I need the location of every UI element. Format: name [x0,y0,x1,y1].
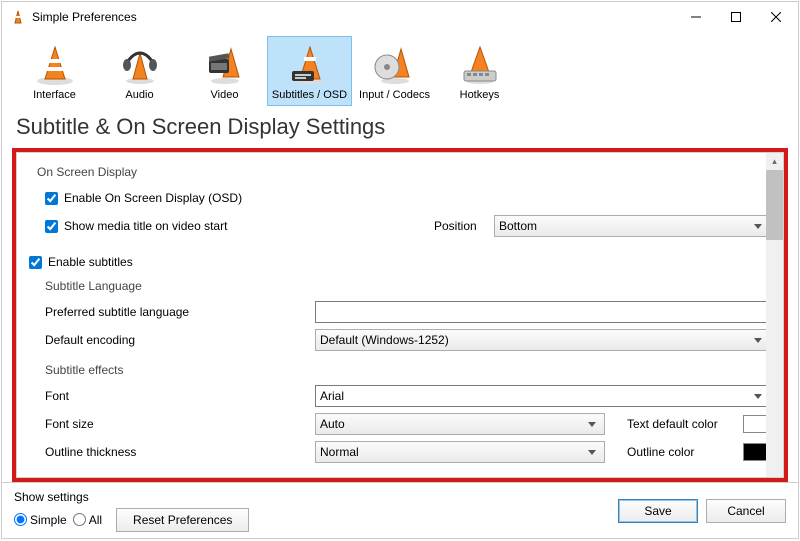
maximize-button[interactable] [716,3,756,31]
app-icon [10,9,26,25]
subtitle-language-group: Subtitle Language [29,279,771,293]
simple-radio[interactable] [14,513,27,526]
scroll-up-arrow[interactable]: ▴ [766,153,783,170]
cone-icon [31,43,79,85]
all-radio-label[interactable]: All [73,513,102,527]
show-media-title-checkbox[interactable] [45,220,58,233]
enable-subtitles-checkbox[interactable] [29,256,42,269]
text-color-label: Text default color [627,417,737,431]
outline-thickness-select[interactable]: Normal [315,441,605,463]
tab-label: Interface [33,89,76,101]
settings-panel: On Screen Display Enable On Screen Displ… [16,152,784,478]
simple-radio-label[interactable]: Simple [14,513,67,527]
minimize-button[interactable] [676,3,716,31]
vertical-scrollbar[interactable]: ▴ [766,153,783,477]
all-radio[interactable] [73,513,86,526]
save-button[interactable]: Save [618,499,698,523]
position-select[interactable]: Bottom [494,215,771,237]
tab-audio[interactable]: Audio [97,36,182,106]
tab-label: Hotkeys [460,89,500,101]
outline-thickness-label: Outline thickness [45,445,315,459]
preferred-language-label: Preferred subtitle language [45,305,315,319]
disc-cone-icon [371,43,419,85]
tab-video[interactable]: Video [182,36,267,106]
default-encoding-select[interactable]: Default (Windows-1252) [315,329,771,351]
preferred-language-input[interactable] [315,301,771,323]
reset-preferences-button[interactable]: Reset Preferences [116,508,249,532]
show-media-title-label: Show media title on video start [64,219,434,233]
page-title: Subtitle & On Screen Display Settings [2,110,798,148]
show-settings-label: Show settings [14,490,249,504]
window-title: Simple Preferences [32,10,676,24]
tab-label: Input / Codecs [359,89,430,101]
scrollbar-thumb[interactable] [766,170,783,240]
tab-label: Video [211,89,239,101]
enable-subtitles-label: Enable subtitles [48,255,133,269]
tab-subtitles-osd[interactable]: Subtitles / OSD [267,36,352,106]
position-label: Position [434,219,494,233]
tab-input-codecs[interactable]: Input / Codecs [352,36,437,106]
enable-osd-checkbox[interactable] [45,192,58,205]
close-button[interactable] [756,3,796,31]
font-label: Font [45,389,315,403]
bottom-bar: Show settings Simple All Reset Preferenc… [2,482,798,538]
font-size-label: Font size [45,417,315,431]
enable-osd-label: Enable On Screen Display (OSD) [64,191,242,205]
film-cone-icon [201,43,249,85]
osd-group-label: On Screen Display [29,165,771,179]
keyboard-cone-icon [456,43,504,85]
tab-label: Subtitles / OSD [272,89,347,101]
outline-color-label: Outline color [627,445,737,459]
default-encoding-label: Default encoding [45,333,315,347]
tab-label: Audio [125,89,153,101]
tab-hotkeys[interactable]: Hotkeys [437,36,522,106]
preferences-toolbar: Interface Audio Video Subtitles / OSD In… [2,32,798,110]
tab-interface[interactable]: Interface [12,36,97,106]
font-size-select[interactable]: Auto [315,413,605,435]
subtitle-effects-group: Subtitle effects [29,363,771,377]
font-select[interactable]: Arial [315,385,771,407]
subtitle-cone-icon [286,43,334,85]
cancel-button[interactable]: Cancel [706,499,786,523]
titlebar: Simple Preferences [2,2,798,32]
headphones-cone-icon [116,43,164,85]
